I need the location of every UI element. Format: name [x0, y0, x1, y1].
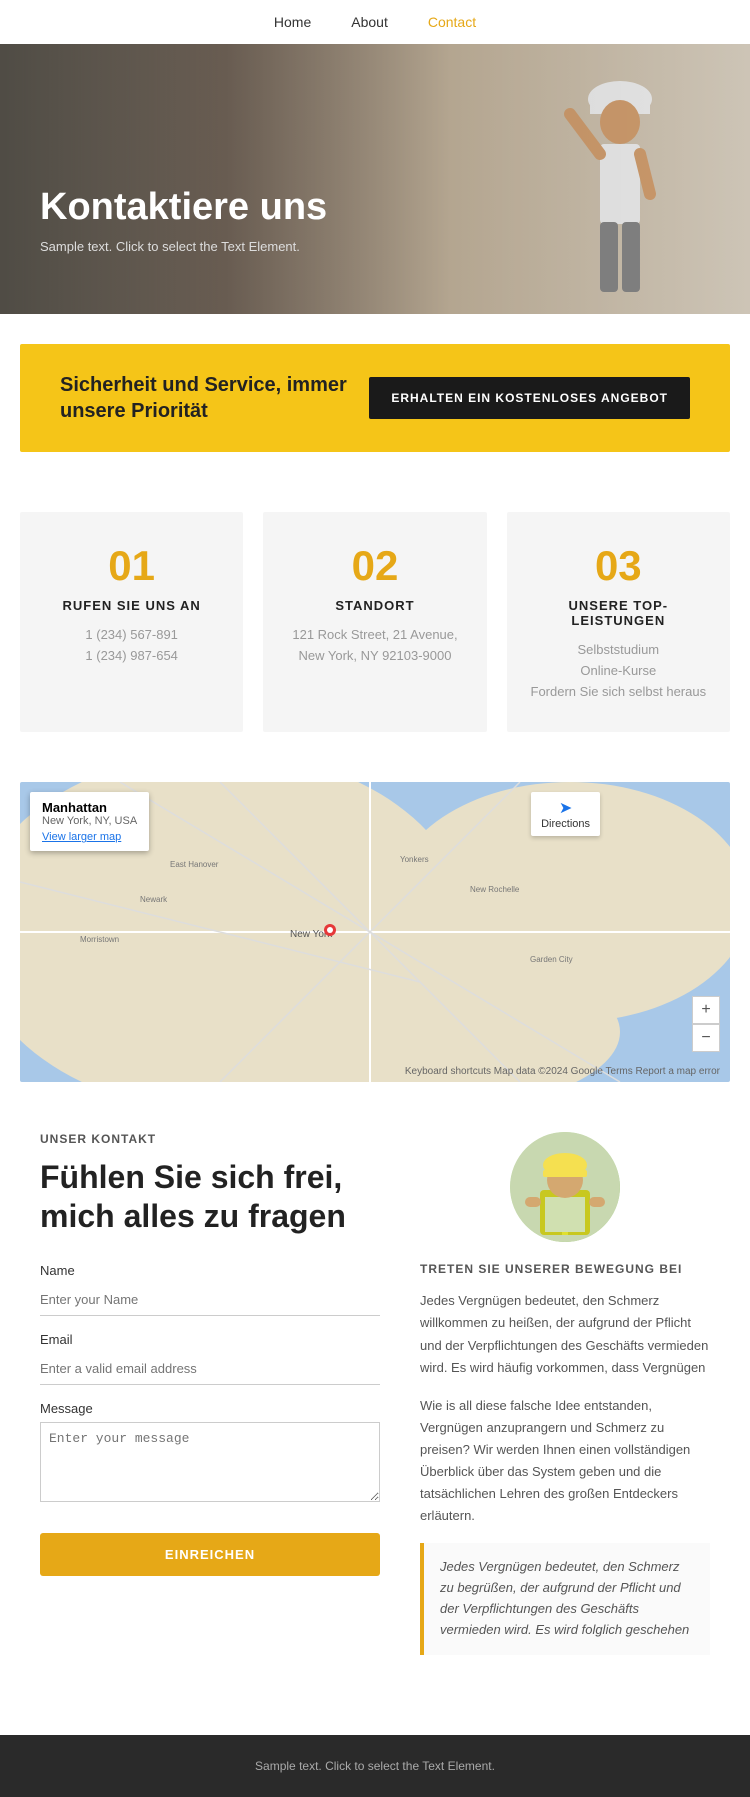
card-detail-2: 121 Rock Street, 21 Avenue, New York, NY… [283, 625, 466, 667]
card-title-2: STANDORT [283, 598, 466, 613]
map-popup: Manhattan New York, NY, USA View larger … [30, 792, 149, 851]
nav-home[interactable]: Home [274, 14, 311, 30]
nav-contact[interactable]: Contact [428, 14, 476, 30]
svg-text:Morristown: Morristown [80, 935, 119, 944]
map-directions-badge[interactable]: ➤ Directions [531, 792, 600, 836]
worker-avatar-svg [510, 1132, 620, 1242]
card-title-1: RUFEN SIE UNS AN [40, 598, 223, 613]
contact-section: UNSER KONTAKT Fühlen Sie sich frei, mich… [0, 1082, 750, 1694]
map-zoom-out[interactable]: − [692, 1024, 720, 1052]
contact-heading: Fühlen Sie sich frei, mich alles zu frag… [40, 1158, 380, 1235]
info-cards-section: 01 RUFEN SIE UNS AN 1 (234) 567-891 1 (2… [0, 482, 750, 742]
card-location: 02 STANDORT 121 Rock Street, 21 Avenue, … [263, 512, 486, 732]
submit-button[interactable]: EINREICHEN [40, 1533, 380, 1576]
contact-info-area: TRETEN SIE UNSERER BEWEGUNG BEI Jedes Ve… [420, 1132, 710, 1654]
card-detail-3: Selbststudium Online-Kurse Fordern Sie s… [527, 640, 710, 702]
svg-text:Garden City: Garden City [530, 955, 573, 964]
svg-text:Yonkers: Yonkers [400, 855, 429, 864]
card-number-3: 03 [527, 542, 710, 590]
footer-text: Sample text. Click to select the Text El… [255, 1759, 495, 1773]
message-textarea[interactable] [40, 1422, 380, 1502]
email-label: Email [40, 1332, 380, 1347]
nav-about[interactable]: About [351, 14, 388, 30]
card-number-1: 01 [40, 542, 223, 590]
map-location-title: Manhattan [42, 800, 137, 815]
card-title-3: UNSERE TOP-LEISTUNGEN [527, 598, 710, 628]
navigation: Home About Contact [0, 0, 750, 44]
contact-body-2: Wie is all diese falsche Idee entstanden… [420, 1395, 710, 1528]
map-view-larger[interactable]: View larger map [42, 831, 137, 843]
form-email-group: Email [40, 1332, 380, 1385]
hero-heading: Kontaktiere uns [40, 185, 327, 231]
map-section: New York Newark New Rochelle Yonkers Eas… [20, 782, 730, 1082]
map-zoom-in[interactable]: + [692, 996, 720, 1024]
svg-text:Newark: Newark [140, 895, 168, 904]
card-detail-1: 1 (234) 567-891 1 (234) 987-654 [40, 625, 223, 667]
contact-label: UNSER KONTAKT [40, 1132, 380, 1146]
hero-content: Kontaktiere uns Sample text. Click to se… [40, 185, 327, 254]
quote-box: Jedes Vergnügen bedeutet, den Schmerz zu… [420, 1543, 710, 1654]
hero-overlay [0, 44, 750, 314]
hero-section: Kontaktiere uns Sample text. Click to se… [0, 44, 750, 314]
contact-form-area: UNSER KONTAKT Fühlen Sie sich frei, mich… [40, 1132, 380, 1654]
map-location-sub: New York, NY, USA [42, 815, 137, 827]
name-label: Name [40, 1263, 380, 1278]
card-phone: 01 RUFEN SIE UNS AN 1 (234) 567-891 1 (2… [20, 512, 243, 732]
svg-text:East Hanover: East Hanover [170, 860, 219, 869]
card-number-2: 02 [283, 542, 466, 590]
message-label: Message [40, 1401, 380, 1416]
card-services: 03 UNSERE TOP-LEISTUNGEN Selbststudium O… [507, 512, 730, 732]
svg-text:New Rochelle: New Rochelle [470, 885, 520, 894]
map-credits: Keyboard shortcuts Map data ©2024 Google… [405, 1066, 720, 1077]
form-message-group: Message [40, 1401, 380, 1507]
worker-avatar [510, 1132, 620, 1242]
hero-subtext: Sample text. Click to select the Text El… [40, 239, 327, 254]
promo-banner: Sicherheit und Service, immer unsere Pri… [20, 344, 730, 452]
form-name-group: Name [40, 1263, 380, 1316]
map-container[interactable]: New York Newark New Rochelle Yonkers Eas… [20, 782, 730, 1082]
banner-text: Sicherheit und Service, immer unsere Pri… [60, 372, 369, 424]
cards-row: 01 RUFEN SIE UNS AN 1 (234) 567-891 1 (2… [20, 512, 730, 732]
footer: Sample text. Click to select the Text El… [0, 1735, 750, 1797]
name-input[interactable] [40, 1284, 380, 1316]
map-zoom-controls: + − [692, 996, 720, 1052]
map-directions-label: Directions [541, 818, 590, 830]
cta-button[interactable]: ERHALTEN EIN KOSTENLOSES ANGEBOT [369, 377, 690, 419]
contact-body-1: Jedes Vergnügen bedeutet, den Schmerz wi… [420, 1290, 710, 1378]
email-input[interactable] [40, 1353, 380, 1385]
join-label: TRETEN SIE UNSERER BEWEGUNG BEI [420, 1262, 710, 1276]
